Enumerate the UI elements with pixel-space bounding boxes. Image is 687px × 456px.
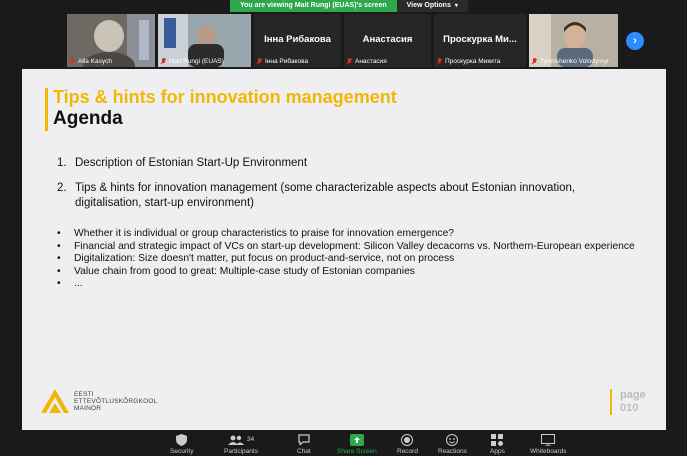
list-item: • Digitalization: Size doesn't matter, pu… <box>57 253 455 264</box>
participant-label: Інна Рибакова <box>256 58 308 65</box>
participants-icon <box>227 435 244 445</box>
view-options-button[interactable]: View Options ▾ <box>396 0 468 12</box>
participant-label: Проскурка Микита <box>436 58 500 65</box>
mic-muted-icon <box>346 58 352 65</box>
shield-icon <box>176 433 188 446</box>
view-options-label: View Options <box>406 2 451 9</box>
participants-button[interactable]: 34 Participants <box>224 433 258 455</box>
apps-button[interactable]: Apps <box>490 433 505 455</box>
list-item: 2. Tips & hints for innovation managemen… <box>57 182 576 209</box>
mic-muted-icon <box>436 58 442 65</box>
page-number: 010 <box>620 402 639 414</box>
participant-tile-anastasia[interactable]: Анастасия Анастасия <box>344 14 431 67</box>
mic-muted-icon <box>531 58 537 65</box>
participant-tile-mait-rungi[interactable]: Mait Rungi (EUAS) <box>158 14 251 67</box>
shared-slide: Tips & hints for innovation management A… <box>22 69 666 430</box>
zoom-window: You are viewing Mait Rungi (EUAS)'s scre… <box>0 0 687 456</box>
next-participants-button[interactable]: › <box>626 32 644 50</box>
participant-name-center: Інна Рибакова <box>264 34 331 45</box>
participant-tile-proskurka-mykyta[interactable]: Проскурка Ми... Проскурка Микита <box>434 14 526 67</box>
apps-icon <box>491 433 504 446</box>
mic-muted-icon <box>256 58 262 65</box>
mic-muted-icon <box>160 58 166 65</box>
participant-tile-tymoshenko[interactable]: Tymoshenko Volodymyr <box>529 14 618 67</box>
participant-label: Mait Rungi (EUAS) <box>160 58 224 65</box>
meeting-toolbar: Security 34 Participants Chat Share Scre… <box>0 430 687 456</box>
participant-label: Анастасия <box>346 58 387 65</box>
participant-name-center: Проскурка Ми... <box>443 34 517 45</box>
participant-strip: Alla Kasych Mait Rungi (EUAS) Інна Рибак… <box>0 14 687 68</box>
slide-subtitle: Agenda <box>53 108 123 129</box>
participant-tile-alla-kasych[interactable]: Alla Kasych <box>67 14 155 67</box>
logo-mark-icon <box>41 389 69 413</box>
logo-text: EESTI ETTEVÕTLUSKÕRGKOOL MAINOR <box>74 390 158 412</box>
participant-label: Tymoshenko Volodymyr <box>531 58 609 65</box>
chevron-down-icon: ▾ <box>454 3 458 9</box>
list-item: • Financial and strategic impact of VCs o… <box>57 240 635 252</box>
share-banner: You are viewing Mait Rungi (EUAS)'s scre… <box>230 0 468 12</box>
chevron-right-icon: › <box>633 35 637 47</box>
chat-icon <box>298 434 310 445</box>
share-screen-icon <box>349 433 364 446</box>
record-icon <box>401 433 414 446</box>
slide-title: Tips & hints for innovation management <box>53 87 397 107</box>
viewing-message: You are viewing Mait Rungi (EUAS)'s scre… <box>230 0 397 12</box>
list-item: • Whether it is individual or group chara… <box>57 228 455 239</box>
participant-label: Alla Kasych <box>69 58 112 65</box>
numbered-list: 1. Description of Estonian Start-Up Envi… <box>57 156 637 221</box>
mainor-logo: EESTI ETTEVÕTLUSKÕRGKOOL MAINOR <box>40 387 157 415</box>
title-accent-bar <box>45 88 48 131</box>
participant-name-center: Анастасия <box>362 34 413 45</box>
list-item: 1. Description of Estonian Start-Up Envi… <box>57 157 308 169</box>
share-screen-button[interactable]: Share Screen <box>337 433 377 455</box>
bullet-list: • Whether it is individual or group chara… <box>57 228 642 291</box>
list-item: • Value chain from good to great: Multipl… <box>57 265 415 277</box>
whiteboard-icon <box>541 433 556 446</box>
smiley-icon <box>446 433 459 446</box>
mic-muted-icon <box>69 58 75 65</box>
page-label: page <box>620 389 646 401</box>
whiteboards-button[interactable]: Whiteboards <box>530 433 567 455</box>
page-indicator: page 010 <box>610 389 646 415</box>
participants-count: 34 <box>246 436 255 443</box>
record-button[interactable]: Record <box>397 433 418 455</box>
reactions-button[interactable]: Reactions <box>438 433 467 455</box>
participant-tile-inna-rybakova[interactable]: Інна Рибакова Інна Рибакова <box>254 14 341 67</box>
security-button[interactable]: Security <box>170 433 193 455</box>
list-item: •... <box>57 278 83 289</box>
chat-button[interactable]: Chat <box>297 433 311 455</box>
